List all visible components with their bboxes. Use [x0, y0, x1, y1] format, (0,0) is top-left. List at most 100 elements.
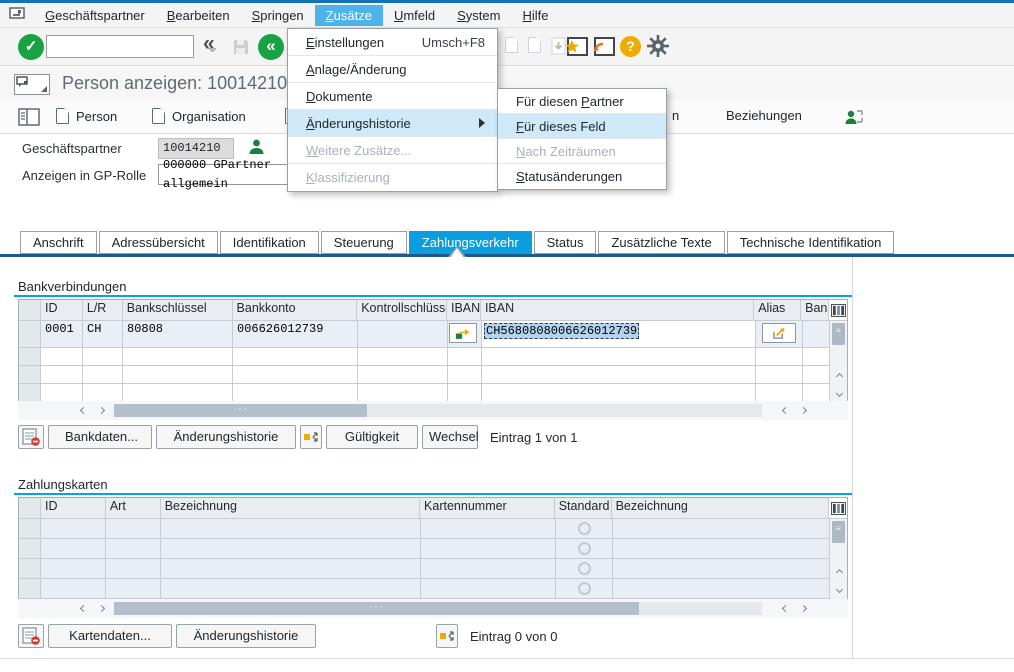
menu-bearbeiten[interactable]: Bearbeiten — [156, 5, 241, 26]
cell-lr[interactable]: CH — [83, 321, 123, 348]
cell-id[interactable]: 0001 — [41, 321, 83, 348]
row-selector[interactable] — [19, 366, 41, 384]
scroll-up-button[interactable] — [830, 564, 848, 581]
system-menu-icon[interactable] — [0, 6, 34, 24]
delete-bank-entry-button[interactable] — [18, 425, 44, 449]
tab-anschrift[interactable]: Anschrift — [20, 231, 97, 254]
column-header-kontrollschluessel: Kontrollschlüssel — [357, 300, 447, 321]
scroll-up-button[interactable] — [830, 368, 848, 385]
scrollbar-thumb[interactable]: ··· — [114, 404, 367, 417]
kartendaten-button[interactable]: Kartendaten... — [48, 624, 172, 648]
find-page-icon-disabled — [528, 37, 541, 53]
scroll-right-button[interactable] — [92, 600, 110, 617]
scroll-right-button[interactable] — [794, 402, 812, 419]
grid-cell — [161, 579, 421, 599]
cards-vertical-scrollbar[interactable]: ≡ — [829, 519, 847, 599]
grid-cell — [41, 366, 83, 384]
bankdaten-button[interactable]: Bankdaten... — [48, 425, 152, 449]
command-input[interactable] — [47, 36, 210, 57]
table-configuration-button[interactable] — [829, 300, 847, 321]
scroll-left-button[interactable] — [776, 600, 794, 617]
submenu-item-statusaenderungen[interactable]: Statusänderungen — [498, 164, 666, 189]
cards-aenderungshistorie-button[interactable]: Änderungshistorie — [176, 624, 316, 648]
row-selector[interactable] — [19, 519, 41, 539]
bank-vertical-scrollbar[interactable]: ≡ — [829, 321, 847, 403]
standard-radio[interactable] — [578, 542, 591, 555]
menu-zusaetze[interactable]: Zusätze — [315, 5, 383, 26]
menu-hilfe[interactable]: Hilfe — [511, 5, 559, 26]
menu-geschaeftspartner[interactable]: Geschäftspartner — [34, 5, 156, 26]
gui-services-button[interactable] — [14, 74, 50, 95]
alias-create-button[interactable] — [762, 323, 796, 343]
scroll-down-button[interactable] — [830, 385, 848, 402]
menu-item-aenderungshistorie[interactable]: Änderungshistorie — [288, 110, 497, 137]
row-selector[interactable] — [19, 579, 41, 599]
menu-item-einstellungen[interactable]: Einstellungen Umsch+F8 — [288, 29, 497, 56]
scroll-left-button[interactable] — [74, 600, 92, 617]
bank-entries-indicator[interactable] — [300, 425, 322, 449]
help-button[interactable]: ? — [620, 36, 641, 57]
cell-iban-detail — [448, 321, 482, 348]
tab-zusaetzliche-texte[interactable]: Zusätzliche Texte — [598, 231, 724, 254]
row-selector[interactable] — [19, 539, 41, 559]
cell-kontrollschluessel[interactable] — [358, 321, 448, 348]
partner-switch-button[interactable] — [840, 106, 868, 128]
settings-gear-icon[interactable] — [647, 35, 669, 62]
scrollbar-thumb[interactable]: ≡ — [832, 323, 845, 345]
tab-status[interactable]: Status — [534, 231, 597, 254]
shortcut-window-icon[interactable] — [594, 37, 615, 56]
scrollbar-thumb[interactable]: ··· — [114, 602, 639, 615]
scroll-right-button[interactable] — [92, 402, 110, 419]
row-selector[interactable] — [19, 559, 41, 579]
cell-bankschluessel[interactable]: 80808 — [123, 321, 233, 348]
delete-card-entry-button[interactable] — [18, 624, 44, 648]
scrollbar-track[interactable]: ··· — [114, 404, 762, 417]
standard-radio[interactable] — [578, 582, 591, 595]
tab-adressuebersicht[interactable]: Adressübersicht — [99, 231, 218, 254]
exit-button[interactable]: « — [258, 34, 284, 60]
gueltigkeit-button[interactable]: Gültigkeit — [326, 425, 418, 449]
cell-bank[interactable] — [803, 321, 831, 348]
tab-technische-identifikation[interactable]: Technische Identifikation — [727, 231, 895, 254]
scroll-down-button[interactable] — [830, 581, 848, 598]
bank-aenderungshistorie-button[interactable]: Änderungshistorie — [156, 425, 296, 449]
submenu-item-fuer-dieses-feld[interactable]: Für dieses Feld — [498, 114, 666, 139]
command-field[interactable] — [46, 35, 194, 58]
scroll-right-button[interactable] — [794, 600, 812, 617]
scroll-left-button[interactable] — [776, 402, 794, 419]
cell-bankkonto[interactable]: 006626012739 — [233, 321, 358, 348]
scrollbar-thumb[interactable]: ≡ — [832, 521, 845, 543]
scrollbar-track[interactable]: ··· — [114, 602, 762, 615]
standard-radio[interactable] — [578, 522, 591, 535]
back-button[interactable]: « — [203, 32, 213, 56]
table-configuration-button[interactable] — [829, 498, 847, 519]
row-selector[interactable] — [19, 348, 41, 366]
menu-item-anlage-aenderung[interactable]: Anlage/Änderung — [288, 56, 497, 83]
check-icon: ✓ — [25, 38, 38, 55]
favorites-window-icon[interactable] — [567, 37, 588, 56]
dropdown-corner-icon[interactable] — [41, 86, 47, 92]
tab-steuerung[interactable]: Steuerung — [321, 231, 407, 254]
bank-horizontal-scrollbar[interactable]: ··· — [18, 401, 848, 420]
standard-radio[interactable] — [578, 562, 591, 575]
submenu-item-fuer-diesen-partner[interactable]: Für diesen Partner — [498, 89, 666, 114]
menu-springen[interactable]: Springen — [241, 5, 315, 26]
cards-horizontal-scrollbar[interactable]: ··· — [18, 599, 848, 618]
obscured-button-fragment[interactable]: n — [668, 106, 683, 125]
person-button[interactable]: Person — [52, 106, 121, 126]
menu-item-dokumente[interactable]: Dokumente — [288, 83, 497, 110]
tab-zahlungsverkehr[interactable]: Zahlungsverkehr — [409, 231, 532, 254]
cards-entries-indicator[interactable] — [436, 624, 458, 648]
wechsel-button[interactable]: Wechsel — [422, 425, 478, 449]
enter-button[interactable]: ✓ — [18, 34, 44, 60]
menu-umfeld[interactable]: Umfeld — [383, 5, 446, 26]
row-selector[interactable] — [19, 321, 41, 348]
organisation-button[interactable]: Organisation — [148, 106, 250, 126]
menu-system[interactable]: System — [446, 5, 511, 26]
iban-detail-button[interactable] — [449, 323, 477, 343]
tab-identifikation[interactable]: Identifikation — [220, 231, 319, 254]
locator-toggle-button[interactable] — [14, 106, 44, 128]
scroll-left-button[interactable] — [74, 402, 92, 419]
cell-iban-input[interactable]: CH5680808006626012739 — [482, 321, 756, 348]
beziehungen-button[interactable]: Beziehungen — [722, 106, 806, 125]
